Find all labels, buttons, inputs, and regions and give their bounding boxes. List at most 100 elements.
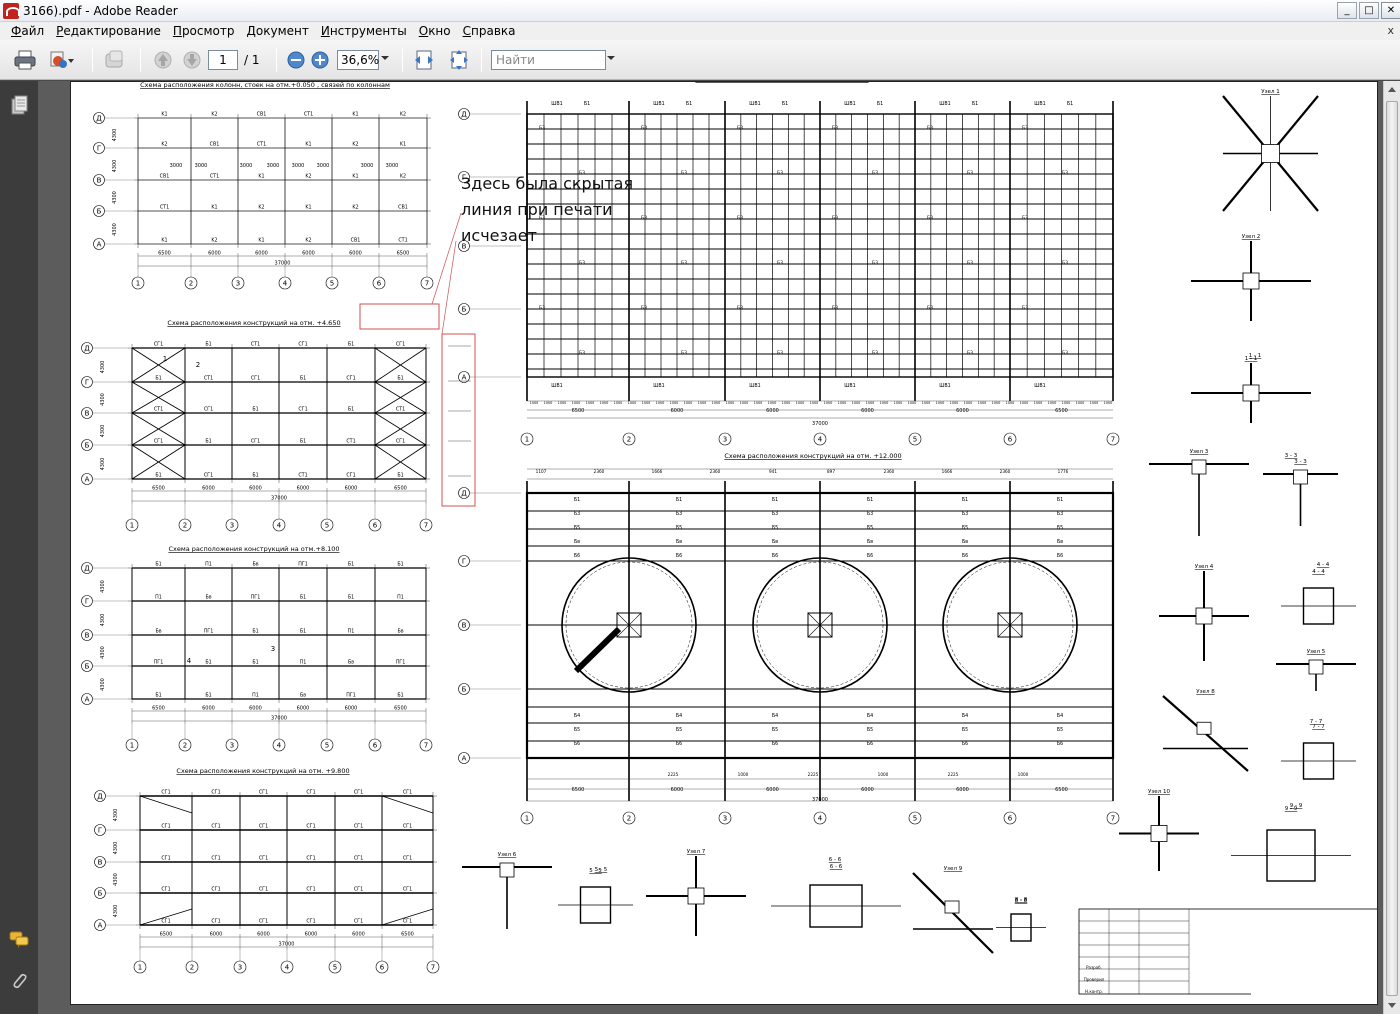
search-dropdown-icon[interactable] bbox=[607, 56, 615, 60]
node-plate bbox=[1293, 469, 1308, 485]
dimension-text: 3000 bbox=[267, 163, 280, 169]
hand-tool-button[interactable] bbox=[102, 48, 128, 72]
dimension-text: 4300 bbox=[100, 361, 106, 374]
comments-icon[interactable] bbox=[9, 929, 29, 949]
zoom-input[interactable]: 36,6% bbox=[337, 50, 379, 70]
vertical-scrollbar[interactable] bbox=[1383, 81, 1400, 1014]
dimension-text: 1000 bbox=[754, 401, 763, 405]
zoom-in-button[interactable] bbox=[307, 48, 333, 72]
element-mark: П1 bbox=[397, 595, 404, 601]
print-button[interactable] bbox=[12, 48, 38, 72]
node-title: Узел 7 bbox=[687, 849, 706, 855]
element-mark: ПГ1 bbox=[396, 660, 406, 666]
dimension-text: 1666 bbox=[942, 469, 953, 474]
element-mark: Б5 bbox=[772, 727, 778, 733]
axis-letter: Г bbox=[85, 598, 89, 606]
zoom-out-button[interactable] bbox=[283, 48, 309, 72]
dimension-text: 1000 bbox=[558, 401, 567, 405]
dimension-text: 6500 bbox=[152, 706, 165, 712]
scroll-up-arrow[interactable] bbox=[1388, 87, 1396, 92]
dimension-text: 1000 bbox=[1006, 401, 1015, 405]
element-mark: Б1 bbox=[782, 101, 788, 107]
element-mark: Б1 bbox=[300, 439, 306, 445]
dimension-text: 1000 bbox=[768, 401, 777, 405]
element-mark: СГ1 bbox=[259, 856, 268, 862]
axis-number: 2 bbox=[627, 815, 631, 823]
dimension-text: 6000 bbox=[297, 706, 310, 712]
element-mark: Б3 bbox=[681, 350, 687, 356]
axis-letter: А bbox=[85, 476, 90, 484]
bracing-line bbox=[139, 795, 193, 814]
annotation-note: Здесь была скрытая линия при печати исче… bbox=[461, 174, 634, 245]
element-mark: Б6 bbox=[676, 741, 682, 747]
maximize-button[interactable]: □ bbox=[1359, 2, 1379, 19]
node-title: 9 - 9 bbox=[1285, 806, 1298, 812]
next-page-button[interactable] bbox=[179, 48, 205, 72]
previous-page-button[interactable] bbox=[150, 48, 176, 72]
element-mark: СВ1 bbox=[210, 142, 220, 148]
axis-letter: А bbox=[462, 755, 467, 763]
minimize-button[interactable]: _ bbox=[1337, 2, 1357, 19]
dimension-text: 2360 bbox=[1000, 469, 1011, 474]
node-title: 6 - 6 bbox=[830, 864, 843, 870]
navigation-pane bbox=[0, 81, 38, 1014]
dimension-text: 6000 bbox=[297, 486, 310, 492]
note-leader bbox=[431, 212, 462, 305]
element-mark: Б5 bbox=[574, 727, 580, 733]
dimension-total: 37000 bbox=[279, 942, 295, 948]
menu-help[interactable]: Справка bbox=[458, 24, 521, 38]
menu-document[interactable]: Документ bbox=[242, 24, 314, 38]
element-mark: Б1 bbox=[348, 342, 354, 348]
paperclip-icon[interactable] bbox=[9, 971, 29, 991]
axis-number: 2 bbox=[190, 964, 194, 972]
element-mark: СГ1 bbox=[354, 824, 363, 830]
element-mark: Б3 bbox=[641, 125, 647, 131]
node-title: 5 - 5 bbox=[589, 868, 602, 874]
element-mark: Б3 bbox=[777, 350, 783, 356]
dimension-text: 4300 bbox=[113, 809, 119, 822]
element-mark: Б1 bbox=[397, 693, 403, 699]
dimension-text: 2360 bbox=[710, 469, 721, 474]
menu-tools[interactable]: Инструменты bbox=[316, 24, 412, 38]
menu-view[interactable]: Просмотр bbox=[168, 24, 240, 38]
element-mark: СГ1 bbox=[354, 790, 363, 796]
element-mark: Б3 bbox=[872, 170, 878, 176]
menu-edit[interactable]: Редактирование bbox=[51, 24, 166, 38]
dimension-text: 4300 bbox=[100, 646, 106, 659]
dimension-text: 1000 bbox=[936, 401, 945, 405]
node-title: Узел 8 bbox=[1196, 689, 1215, 695]
scroll-thumb[interactable] bbox=[1386, 101, 1398, 996]
dimension-text: 6500 bbox=[152, 486, 165, 492]
page-number-input[interactable]: 1 bbox=[208, 50, 238, 70]
element-mark: СГ1 bbox=[154, 342, 163, 348]
pages-panel-icon[interactable] bbox=[9, 95, 29, 115]
menu-file[interactable]: Файл bbox=[6, 24, 49, 38]
axis-number: 1 bbox=[525, 815, 529, 823]
stamp-label: Разраб. bbox=[1086, 965, 1102, 970]
document-close-icon[interactable]: x bbox=[1387, 24, 1394, 37]
fit-page-button[interactable] bbox=[446, 48, 472, 72]
element-mark: Б1 bbox=[772, 497, 778, 503]
scroll-down-arrow[interactable] bbox=[1388, 1003, 1396, 1008]
element-mark: Б1 bbox=[348, 562, 354, 568]
search-input[interactable]: Найти bbox=[491, 50, 606, 70]
dimension-text: 6000 bbox=[257, 932, 270, 938]
element-mark: Б1 bbox=[584, 101, 590, 107]
node-plate bbox=[1150, 825, 1168, 842]
fit-width-button[interactable] bbox=[411, 48, 437, 72]
dimension-text: 6000 bbox=[210, 932, 223, 938]
dimension-text: 4300 bbox=[113, 905, 119, 918]
element-mark: Б5 bbox=[1057, 525, 1063, 531]
element-mark: СГ1 bbox=[211, 824, 220, 830]
element-mark: Б1 bbox=[205, 439, 211, 445]
element-mark: ШВ1 bbox=[749, 383, 760, 389]
pdf-page[interactable]: Схема расположения колонн, стоек на отм.… bbox=[70, 81, 1378, 1005]
menu-window[interactable]: Окно bbox=[414, 24, 456, 38]
zoom-dropdown-icon[interactable] bbox=[381, 56, 389, 60]
share-button[interactable] bbox=[48, 48, 74, 72]
toolbar-separator bbox=[140, 48, 141, 72]
element-mark: Б3 bbox=[1062, 350, 1068, 356]
close-button[interactable]: ✕ bbox=[1381, 2, 1400, 19]
element-mark: Б6 bbox=[676, 553, 682, 559]
document-area[interactable]: Схема расположения колонн, стоек на отм.… bbox=[38, 81, 1400, 1014]
